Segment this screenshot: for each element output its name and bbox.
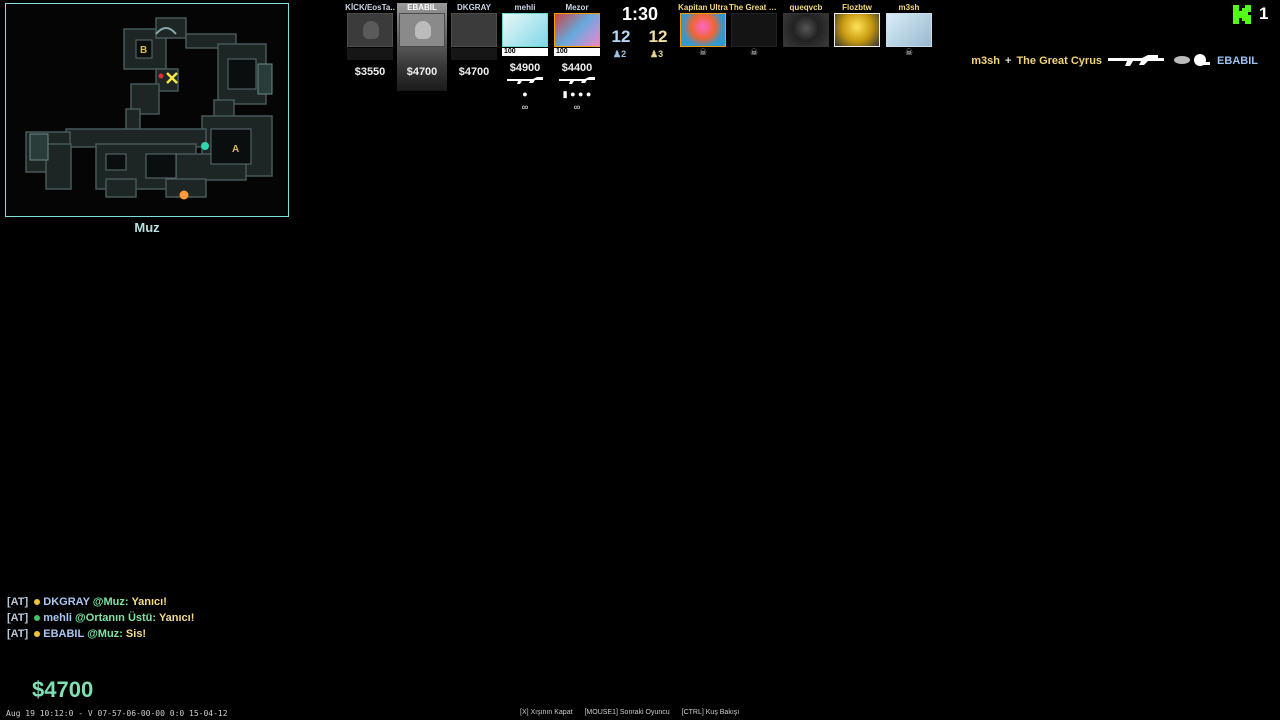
chat-message: [AT] EBABIL @Muz: Sis! <box>7 628 147 640</box>
ct-player-2[interactable]: EBABIL $4700 <box>397 3 447 91</box>
ct-player-1[interactable]: KİCK/EosTa.. $3550 <box>345 3 395 78</box>
ct-player-3[interactable]: DKGRAY $4700 <box>449 3 499 78</box>
teammate-marker-icon <box>201 142 209 150</box>
chat-text: Yanıcı! <box>131 596 167 608</box>
t-player-5[interactable]: m3sh ☠ <box>884 3 934 57</box>
rifle-icon <box>500 76 550 87</box>
player-name: EBABIL <box>407 3 437 12</box>
ct-player-5[interactable]: Mezor 100 $4400 ▮ ● ● ● ∞ <box>552 3 602 113</box>
player-name: m3sh <box>898 3 920 12</box>
minimap: B A <box>5 3 289 217</box>
t-player-4[interactable]: Flozbtw <box>832 3 882 47</box>
site-a-label: A <box>232 144 239 155</box>
defuse-kit-icon: ∞ <box>521 102 529 112</box>
player-money: $4700 <box>406 66 438 78</box>
t-score: 12 <box>648 27 668 46</box>
kick-logo-icon <box>1233 5 1251 24</box>
sketch-avatar <box>886 13 932 47</box>
skull-icon <box>399 13 445 47</box>
round-timer: 1:30 <box>621 4 659 24</box>
chat-team-tag: [AT] <box>7 596 29 608</box>
health-bar: 100 <box>554 48 600 56</box>
ct-alive-count: ♟2 <box>613 49 627 59</box>
chat-message: [AT] mehli @Ortanın Üstü: Yanıcı! <box>7 612 195 624</box>
person-avatar <box>783 13 829 47</box>
chat-team-tag: [AT] <box>7 628 29 640</box>
anime-avatar <box>834 13 880 47</box>
player-name: The Great C... <box>729 3 779 12</box>
player-money-display: $4700 <box>32 677 94 702</box>
blind-headshot-icon <box>1172 53 1212 70</box>
viewer-count: 1 <box>1259 4 1269 23</box>
dark-avatar <box>731 13 777 47</box>
utility-icons: ● <box>522 89 528 99</box>
map-location-label: Muz <box>134 220 160 235</box>
player-marker-icon <box>179 190 189 200</box>
chat-sender: EBABIL <box>43 628 84 640</box>
kill-feed: m3sh + The Great Cyrus EBABIL <box>971 53 1258 70</box>
killer-name: m3sh <box>971 55 1001 67</box>
dead-icon <box>451 13 497 47</box>
ak47-icon <box>1107 54 1167 69</box>
player-name: DKGRAY <box>457 3 491 12</box>
team-chat: [AT] DKGRAY @Muz: Yanıcı! [AT] mehli @Or… <box>7 594 194 642</box>
dead-icon <box>347 13 393 47</box>
player-color-dot <box>34 614 41 621</box>
player-name: Kapitan Ultra <box>678 3 728 12</box>
player-money: $4400 <box>561 62 593 74</box>
demo-info: Aug 19 10:12:0 - V 07-57-06-00-00 0:0 15… <box>6 709 228 718</box>
ct-score: 12 <box>611 27 631 46</box>
chat-message: [AT] DKGRAY @Muz: Yanıcı! <box>7 596 167 608</box>
hint-next-player: [MOUSE1] Sonraki Oyuncu <box>584 709 670 716</box>
player-money: $4900 <box>509 62 541 74</box>
face-avatar <box>554 13 600 47</box>
chat-location: @Muz <box>92 596 125 608</box>
hint-birds-eye: [CTRL] Kuş Bakışı <box>681 709 740 716</box>
chat-text: Yanıcı! <box>158 612 195 624</box>
player-money: $3550 <box>354 66 386 78</box>
ct-player-4[interactable]: mehli 100 $4900 ● ∞ <box>500 3 550 113</box>
player-money: $4700 <box>458 66 490 78</box>
t-player-3[interactable]: queqvcb <box>781 3 831 47</box>
skull-icon: ☠ <box>698 47 708 57</box>
goku-avatar <box>680 13 726 47</box>
player-color-dot <box>34 630 41 637</box>
hint-xray: [X] Xışının Kapat <box>520 709 573 716</box>
player-name: KİCK/EosTa.. <box>345 3 395 12</box>
health-bar: 100 <box>502 48 548 56</box>
utility-icons: ▮ ● ● ● <box>562 89 592 99</box>
defuse-kit-icon: ∞ <box>573 102 581 112</box>
player-color-dot <box>34 598 41 605</box>
assist-plus: + <box>1005 55 1012 67</box>
player-name: queqvcb <box>789 3 823 12</box>
site-b-label: B <box>140 45 147 56</box>
chat-team-tag: [AT] <box>7 612 29 624</box>
t-player-2[interactable]: The Great C... ☠ <box>729 3 779 57</box>
victim-name: EBABIL <box>1217 55 1258 67</box>
chat-text: Sis! <box>125 628 147 640</box>
t-player-1[interactable]: Kapitan Ultra ☠ <box>678 3 728 57</box>
chat-sender: mehli <box>43 612 72 624</box>
chat-location: @Muz <box>87 628 120 640</box>
t-alive-count: ♟3 <box>650 49 664 59</box>
chat-sender: DKGRAY <box>43 596 90 608</box>
player-name: mehli <box>514 3 536 12</box>
minimap-layout: B A <box>25 17 273 200</box>
unagi-avatar <box>502 13 548 47</box>
player-name: Flozbtw <box>842 3 872 12</box>
skull-icon: ☠ <box>749 47 759 57</box>
chat-location: @Ortanın Üstü <box>75 612 153 624</box>
assister-name: The Great Cyrus <box>1016 55 1103 67</box>
player-name: Mezor <box>565 3 589 12</box>
rifle-icon <box>552 76 602 87</box>
key-hints: [X] Xışının Kapat [MOUSE1] Sonraki Oyunc… <box>520 709 749 716</box>
skull-icon: ☠ <box>904 47 914 57</box>
